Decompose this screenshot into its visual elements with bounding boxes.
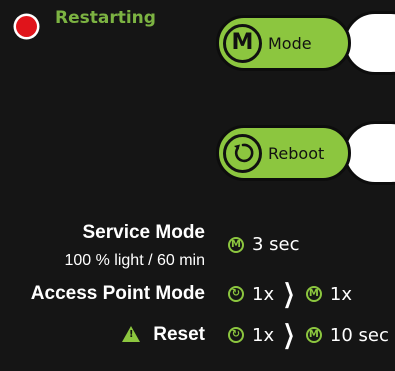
- mode-icon: M: [223, 23, 262, 63]
- status-indicator-dot: [16, 16, 37, 37]
- reboot-mini-icon: ↻: [228, 327, 244, 343]
- status-text: Restarting: [55, 8, 156, 28]
- chevron-right-icon: ❯: [283, 320, 296, 350]
- service-mode-combo: M 3 sec: [228, 234, 300, 255]
- mode-mini-icon: M: [305, 286, 322, 302]
- reboot-icon: [223, 133, 262, 173]
- access-point-reboot-count: 1x: [252, 283, 275, 305]
- reset-mode-duration: 10 sec: [329, 324, 389, 346]
- reboot-button[interactable]: Reboot: [216, 125, 351, 181]
- chevron-right-icon: ❯: [283, 279, 296, 309]
- reset-reboot-count: 1x: [252, 324, 275, 346]
- service-mode-duration: 3 sec: [252, 234, 300, 255]
- reboot-button-label: Reboot: [268, 143, 325, 163]
- mode-button-label: Mode: [268, 33, 312, 53]
- mode-mini-icon: M: [228, 236, 244, 253]
- device-panel: Restarting M Mode Reboot Service Mode 10…: [0, 0, 395, 371]
- access-point-mode-count: 1x: [329, 283, 353, 305]
- access-point-mode-combo: ↻ 1x ❯ M 1x: [228, 281, 352, 307]
- mode-button[interactable]: M Mode: [216, 15, 351, 71]
- service-mode-label: Service Mode: [82, 222, 206, 243]
- access-point-mode-label: Access Point Mode: [30, 283, 205, 304]
- reset-label: Reset: [153, 324, 205, 345]
- reset-label-wrap: Reset: [121, 324, 205, 346]
- reboot-mini-icon: ↻: [228, 286, 244, 302]
- warning-icon: [121, 326, 140, 342]
- reboot-arrow-icon: [233, 143, 253, 163]
- mode-mini-icon: M: [305, 327, 322, 343]
- service-mode-sublabel: 100 % light / 60 min: [64, 252, 205, 269]
- reset-combo: ↻ 1x ❯ M 10 sec: [228, 322, 389, 348]
